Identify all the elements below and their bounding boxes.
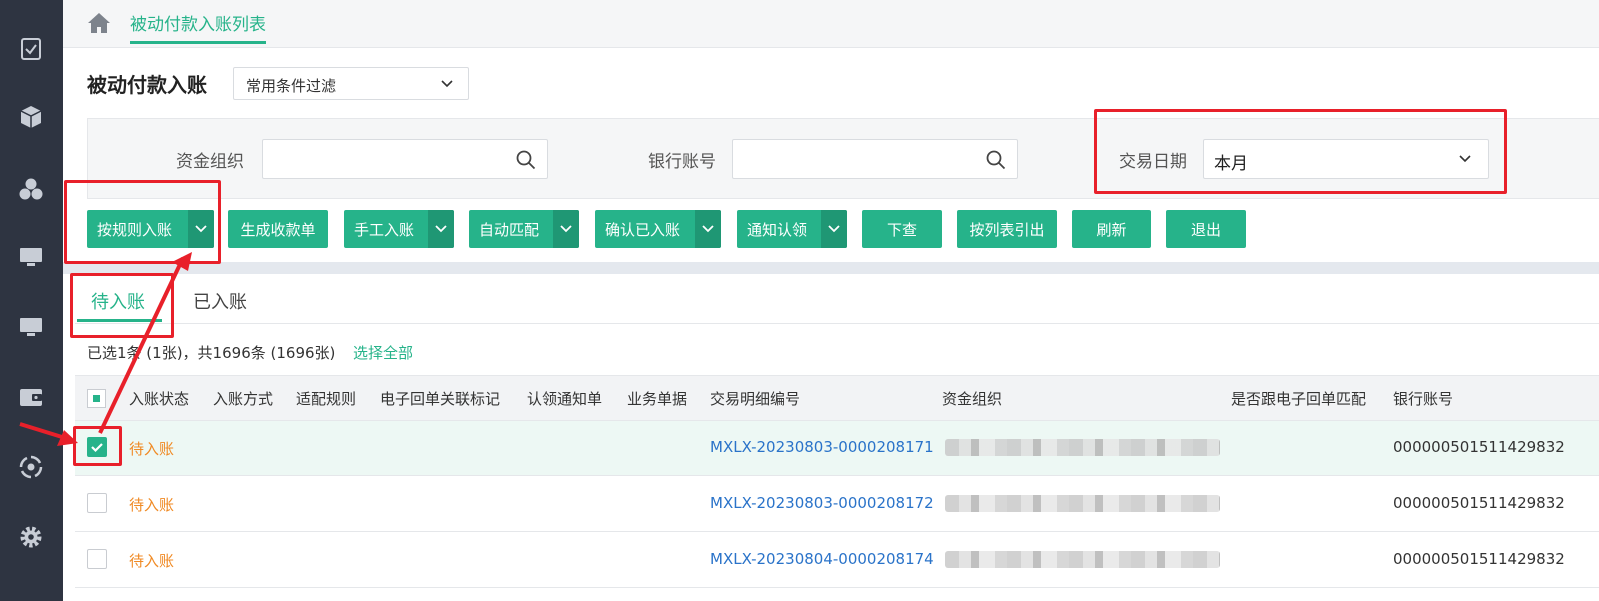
annotation-box-trade-date xyxy=(1094,109,1507,194)
export-list-button[interactable]: 按列表引出 xyxy=(957,210,1057,248)
bank-account: 000000501511429832 xyxy=(1393,494,1565,512)
common-filter-value: 常用条件过滤 xyxy=(246,77,337,95)
manual-entry-dropdown[interactable] xyxy=(428,210,454,248)
row-checkbox[interactable] xyxy=(87,549,107,569)
auto-match-dropdown[interactable] xyxy=(553,210,579,248)
selection-info: 已选1条 (1张)，共1696条 (1696张) xyxy=(87,344,336,362)
page-title: 被动付款入账 xyxy=(87,73,207,97)
entry-status: 待入账 xyxy=(129,440,175,458)
fund-org-redacted xyxy=(945,439,1220,456)
select-all-link[interactable]: 选择全部 xyxy=(353,342,413,363)
table-header: 入账状态 入账方式 适配规则 电子回单关联标记 认领通知单 业务单据 交易明细编… xyxy=(75,375,1599,421)
fund-org-redacted xyxy=(945,551,1220,568)
drill-down-button[interactable]: 下查 xyxy=(862,210,942,248)
section-divider xyxy=(63,262,1599,274)
notify-claim-label: 通知认领 xyxy=(747,220,808,239)
search-icon[interactable] xyxy=(985,149,1007,171)
manual-entry-label: 手工入账 xyxy=(354,220,415,239)
sync-icon[interactable] xyxy=(18,454,44,480)
entry-status: 待入账 xyxy=(129,496,175,514)
chevron-down-icon xyxy=(441,80,453,88)
monitor-icon[interactable] xyxy=(18,244,44,270)
bank-account-input[interactable] xyxy=(732,139,1018,179)
drill-down-label: 下查 xyxy=(886,220,917,239)
col-fund-org[interactable]: 资金组织 xyxy=(942,388,1002,409)
gear-icon[interactable] xyxy=(18,524,44,550)
col-bank-account[interactable]: 银行账号 xyxy=(1393,388,1453,409)
col-match-rule[interactable]: 适配规则 xyxy=(296,388,356,409)
left-sidebar xyxy=(0,0,63,601)
bank-account: 000000501511429832 xyxy=(1393,438,1565,456)
table-row[interactable]: 待入账 MXLX-20230803-0000208171 00000050151… xyxy=(75,421,1599,476)
confirm-entry-dropdown[interactable] xyxy=(695,210,721,248)
chevron-down-icon xyxy=(435,225,447,233)
generate-receipt-button[interactable]: 生成收款单 xyxy=(228,210,328,248)
fund-org-redacted xyxy=(945,495,1220,512)
col-entry-method[interactable]: 入账方式 xyxy=(213,388,273,409)
txn-no-link[interactable]: MXLX-20230803-0000208172 xyxy=(710,494,934,512)
bank-account: 000000501511429832 xyxy=(1393,550,1565,568)
cluster-icon[interactable] xyxy=(18,176,44,202)
monitor-icon[interactable] xyxy=(18,314,44,340)
txn-no-link[interactable]: MXLX-20230804-0000208174 xyxy=(710,550,934,568)
col-ereceipt-match[interactable]: 是否跟电子回单匹配 xyxy=(1231,388,1366,409)
col-txn-no[interactable]: 交易明细编号 xyxy=(710,388,800,409)
table-row[interactable]: 待入账 MXLX-20230804-0000208174 00000050151… xyxy=(75,533,1599,588)
search-icon[interactable] xyxy=(515,149,537,171)
auto-match-label: 自动匹配 xyxy=(479,220,540,239)
wallet-icon[interactable] xyxy=(18,384,44,410)
chevron-down-icon xyxy=(828,225,840,233)
notify-claim-dropdown[interactable] xyxy=(821,210,847,248)
tab-done[interactable]: 已入账 xyxy=(193,288,247,314)
col-entry-status[interactable]: 入账状态 xyxy=(129,388,189,409)
fund-org-label: 资金组织 xyxy=(176,152,244,172)
exit-label: 退出 xyxy=(1190,220,1221,239)
breadcrumb-bar: 被动付款入账列表 xyxy=(63,0,1599,48)
col-ereceipt-flag[interactable]: 电子回单关联标记 xyxy=(380,388,500,409)
txn-no-link[interactable]: MXLX-20230803-0000208171 xyxy=(710,438,934,456)
chevron-down-icon xyxy=(702,225,714,233)
indeterminate-mark xyxy=(93,395,100,402)
row-checkbox[interactable] xyxy=(87,493,107,513)
generate-receipt-label: 生成收款单 xyxy=(240,220,316,239)
annotation-box-rule-entry xyxy=(64,180,221,264)
refresh-button[interactable]: 刷新 xyxy=(1072,210,1151,248)
breadcrumb-tab[interactable]: 被动付款入账列表 xyxy=(130,10,266,44)
confirm-entry-label: 确认已入账 xyxy=(605,220,681,239)
checklist-icon[interactable] xyxy=(18,36,44,62)
export-list-label: 按列表引出 xyxy=(969,220,1045,239)
annotation-box-row-checkbox xyxy=(73,426,122,466)
entry-status: 待入账 xyxy=(129,552,175,570)
manual-entry-button[interactable]: 手工入账 xyxy=(344,210,454,248)
chevron-down-icon xyxy=(560,225,572,233)
cube-icon[interactable] xyxy=(18,104,44,130)
common-filter-select[interactable]: 常用条件过滤 xyxy=(233,67,469,100)
auto-match-button[interactable]: 自动匹配 xyxy=(469,210,579,248)
col-business-doc[interactable]: 业务单据 xyxy=(627,388,687,409)
header-checkbox[interactable] xyxy=(87,389,106,408)
annotation-box-pending-tab xyxy=(70,273,174,338)
exit-button[interactable]: 退出 xyxy=(1166,210,1246,248)
home-icon[interactable] xyxy=(87,12,111,34)
table-row[interactable]: 待入账 MXLX-20230803-0000208172 00000050151… xyxy=(75,477,1599,532)
fund-org-input[interactable] xyxy=(262,139,548,179)
bank-account-label: 银行账号 xyxy=(648,152,716,172)
confirm-entry-button[interactable]: 确认已入账 xyxy=(595,210,721,248)
status-tabs: 待入账 已入账 xyxy=(75,274,1599,324)
col-claim-notice[interactable]: 认领通知单 xyxy=(527,388,602,409)
refresh-label: 刷新 xyxy=(1096,220,1127,239)
notify-claim-button[interactable]: 通知认领 xyxy=(737,210,847,248)
